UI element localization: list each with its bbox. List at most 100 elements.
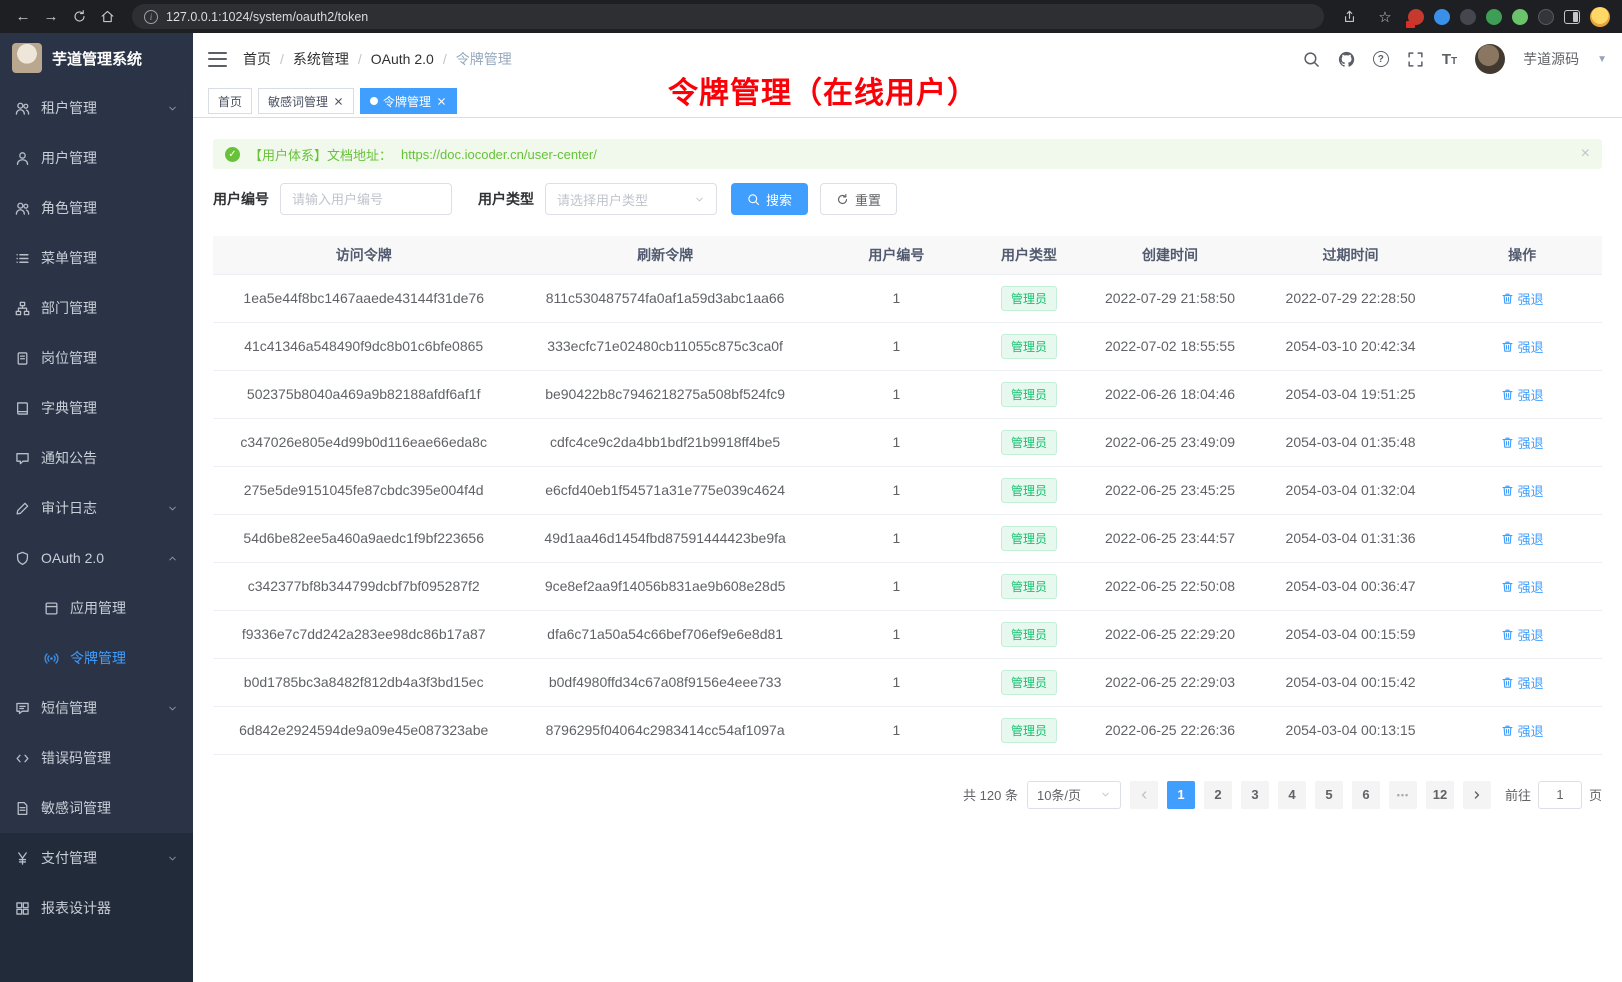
url-bar[interactable]: i 127.0.0.1:1024/system/oauth2/token: [132, 4, 1324, 29]
user-id-cell: 1: [816, 370, 977, 418]
sidebar-item-oauth2-application[interactable]: 应用管理: [0, 583, 193, 633]
alert-close-icon[interactable]: ×: [1581, 146, 1590, 162]
tab-oauth2-token[interactable]: 令牌管理: [360, 88, 457, 114]
goto-page-input[interactable]: [1538, 781, 1582, 809]
sidebar-item-dept[interactable]: 部门管理: [0, 283, 193, 333]
sidebar-item-tenant[interactable]: 租户管理: [0, 83, 193, 133]
extension-icon-4[interactable]: [1486, 9, 1502, 25]
home-icon[interactable]: [94, 4, 120, 30]
browser-profile-avatar[interactable]: [1590, 7, 1610, 27]
tab-home[interactable]: 首页: [208, 88, 252, 114]
doc-link[interactable]: https://doc.iocoder.cn/user-center/: [401, 147, 597, 162]
force-logout-button[interactable]: 强退: [1501, 577, 1544, 596]
sidebar-item-menu[interactable]: 菜单管理: [0, 233, 193, 283]
forward-icon[interactable]: →: [38, 4, 64, 30]
sidebar-item-role[interactable]: 角色管理: [0, 183, 193, 233]
column-header: 操作: [1442, 236, 1602, 274]
sidebar-item-label: 通知公告: [41, 448, 97, 468]
force-logout-button[interactable]: 强退: [1501, 673, 1544, 692]
sidebar-item-sms[interactable]: 短信管理: [0, 683, 193, 733]
access-token-cell: 502375b8040a469a9b82188afdf6af1f: [213, 370, 514, 418]
force-logout-button[interactable]: 强退: [1501, 289, 1544, 308]
breadcrumb-item[interactable]: 系统管理: [293, 49, 349, 69]
tab-sensitive-word[interactable]: 敏感词管理: [258, 88, 354, 114]
page-button-5[interactable]: 5: [1315, 781, 1343, 809]
help-icon[interactable]: ?: [1373, 51, 1389, 67]
font-size-icon[interactable]: TT: [1442, 51, 1457, 68]
tab-close-icon[interactable]: [333, 96, 344, 107]
sidebar-item-label: 菜单管理: [41, 248, 97, 268]
prev-page-button[interactable]: [1130, 781, 1158, 809]
collapse-menu-icon[interactable]: [208, 52, 227, 67]
refresh-token-cell: 9ce8ef2aa9f14056b831ae9b608e28d5: [514, 562, 815, 610]
github-icon[interactable]: [1338, 51, 1355, 68]
page-button-6[interactable]: 6: [1352, 781, 1380, 809]
table-header-row: 访问令牌刷新令牌用户编号用户类型创建时间过期时间操作: [213, 236, 1602, 274]
bookmark-star-icon[interactable]: ☆: [1372, 4, 1398, 30]
share-icon[interactable]: [1336, 4, 1362, 30]
extension-icon-5[interactable]: [1512, 9, 1528, 25]
sidebar-item-user[interactable]: 用户管理: [0, 133, 193, 183]
split-view-icon[interactable]: [1564, 10, 1580, 24]
table-row: 502375b8040a469a9b82188afdf6af1fbe90422b…: [213, 370, 1602, 418]
sidebar-item-pay[interactable]: 支付管理: [0, 833, 193, 883]
sidebar-item-notice[interactable]: 通知公告: [0, 433, 193, 483]
tab-close-icon[interactable]: [436, 96, 447, 107]
created-time-cell: 2022-06-25 22:29:03: [1081, 658, 1259, 706]
search-button[interactable]: 搜索: [731, 183, 808, 215]
page-button-4[interactable]: 4: [1278, 781, 1306, 809]
app-title: 芋道管理系统: [52, 48, 142, 69]
next-page-button[interactable]: [1463, 781, 1491, 809]
search-icon[interactable]: [1303, 51, 1320, 68]
chevron-down-icon: [694, 194, 705, 205]
tree-icon: [15, 301, 30, 316]
column-header: 用户编号: [816, 236, 977, 274]
page-button-12[interactable]: 12: [1426, 781, 1454, 809]
force-logout-button[interactable]: 强退: [1501, 529, 1544, 548]
site-info-icon[interactable]: i: [144, 10, 158, 24]
user-menu-caret-icon[interactable]: ▼: [1597, 54, 1607, 65]
token-table: 访问令牌刷新令牌用户编号用户类型创建时间过期时间操作 1ea5e44f8bc14…: [213, 236, 1602, 755]
user-type-badge: 管理员: [1001, 382, 1057, 407]
sidebar-item-oauth2[interactable]: OAuth 2.0: [0, 533, 193, 583]
force-logout-button[interactable]: 强退: [1501, 481, 1544, 500]
force-logout-button[interactable]: 强退: [1501, 433, 1544, 452]
back-icon[interactable]: ←: [10, 4, 36, 30]
sidebar-item-error-code[interactable]: 错误码管理: [0, 733, 193, 783]
breadcrumb-separator: /: [280, 51, 284, 67]
sidebar-item-oauth2-token[interactable]: 令牌管理: [0, 633, 193, 683]
pagination-goto: 前往 页: [1505, 781, 1602, 809]
access-token-cell: 1ea5e44f8bc1467aaede43144f31de76: [213, 274, 514, 322]
breadcrumb-item[interactable]: OAuth 2.0: [371, 51, 434, 67]
extension-icon-1[interactable]: [1408, 9, 1424, 25]
sidebar-item-audit-log[interactable]: 审计日志: [0, 483, 193, 533]
page-button-1[interactable]: 1: [1167, 781, 1195, 809]
page-size-select[interactable]: 10条/页: [1027, 781, 1121, 809]
force-logout-button[interactable]: 强退: [1501, 385, 1544, 404]
reset-button[interactable]: 重置: [820, 183, 897, 215]
expire-time-cell: 2054-03-10 20:42:34: [1259, 322, 1442, 370]
breadcrumb-item[interactable]: 首页: [243, 49, 271, 69]
fullscreen-icon[interactable]: [1407, 51, 1424, 68]
user-type-select[interactable]: 请选择用户类型: [545, 183, 717, 215]
page-button-3[interactable]: 3: [1241, 781, 1269, 809]
app-logo[interactable]: 芋道管理系统: [0, 33, 193, 83]
user-id-input[interactable]: [280, 183, 452, 215]
extensions-puzzle-icon[interactable]: [1538, 9, 1554, 25]
force-logout-button[interactable]: 强退: [1501, 337, 1544, 356]
extension-icon-2[interactable]: [1434, 9, 1450, 25]
trash-icon: [1501, 580, 1514, 593]
extension-icon-3[interactable]: [1460, 9, 1476, 25]
sidebar-item-sensitive-word[interactable]: 敏感词管理: [0, 783, 193, 833]
page-button-2[interactable]: 2: [1204, 781, 1232, 809]
signal-icon: [44, 651, 59, 666]
user-avatar[interactable]: [1475, 44, 1505, 74]
force-logout-button[interactable]: 强退: [1501, 625, 1544, 644]
sidebar-item-dict[interactable]: 字典管理: [0, 383, 193, 433]
refresh-icon[interactable]: [66, 4, 92, 30]
sidebar-item-post[interactable]: 岗位管理: [0, 333, 193, 383]
force-logout-button[interactable]: 强退: [1501, 721, 1544, 740]
force-logout-label: 强退: [1518, 529, 1544, 548]
pagination-more-button[interactable]: •••: [1389, 781, 1417, 809]
sidebar-item-report-designer[interactable]: 报表设计器: [0, 883, 193, 933]
